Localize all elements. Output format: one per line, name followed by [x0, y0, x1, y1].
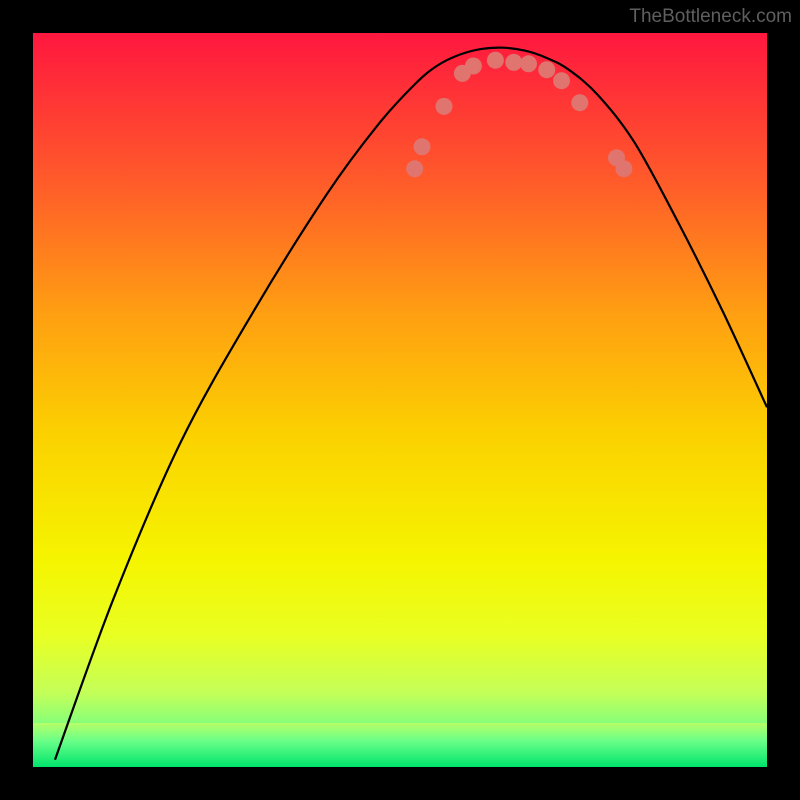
data-marker — [553, 72, 570, 89]
attribution-text: TheBottleneck.com — [629, 6, 792, 28]
green-band — [33, 723, 767, 767]
data-marker — [487, 52, 504, 69]
data-marker — [505, 54, 522, 71]
data-marker — [414, 138, 431, 155]
data-marker — [538, 61, 555, 78]
gradient-background — [33, 33, 767, 767]
data-marker — [465, 58, 482, 75]
plot-svg — [33, 33, 767, 767]
chart-plot-area — [33, 33, 767, 767]
data-marker — [406, 160, 423, 177]
data-marker — [436, 98, 453, 115]
data-marker — [615, 160, 632, 177]
chart-outer: TheBottleneck.com — [0, 0, 800, 800]
data-marker — [571, 94, 588, 111]
data-marker — [520, 55, 537, 72]
